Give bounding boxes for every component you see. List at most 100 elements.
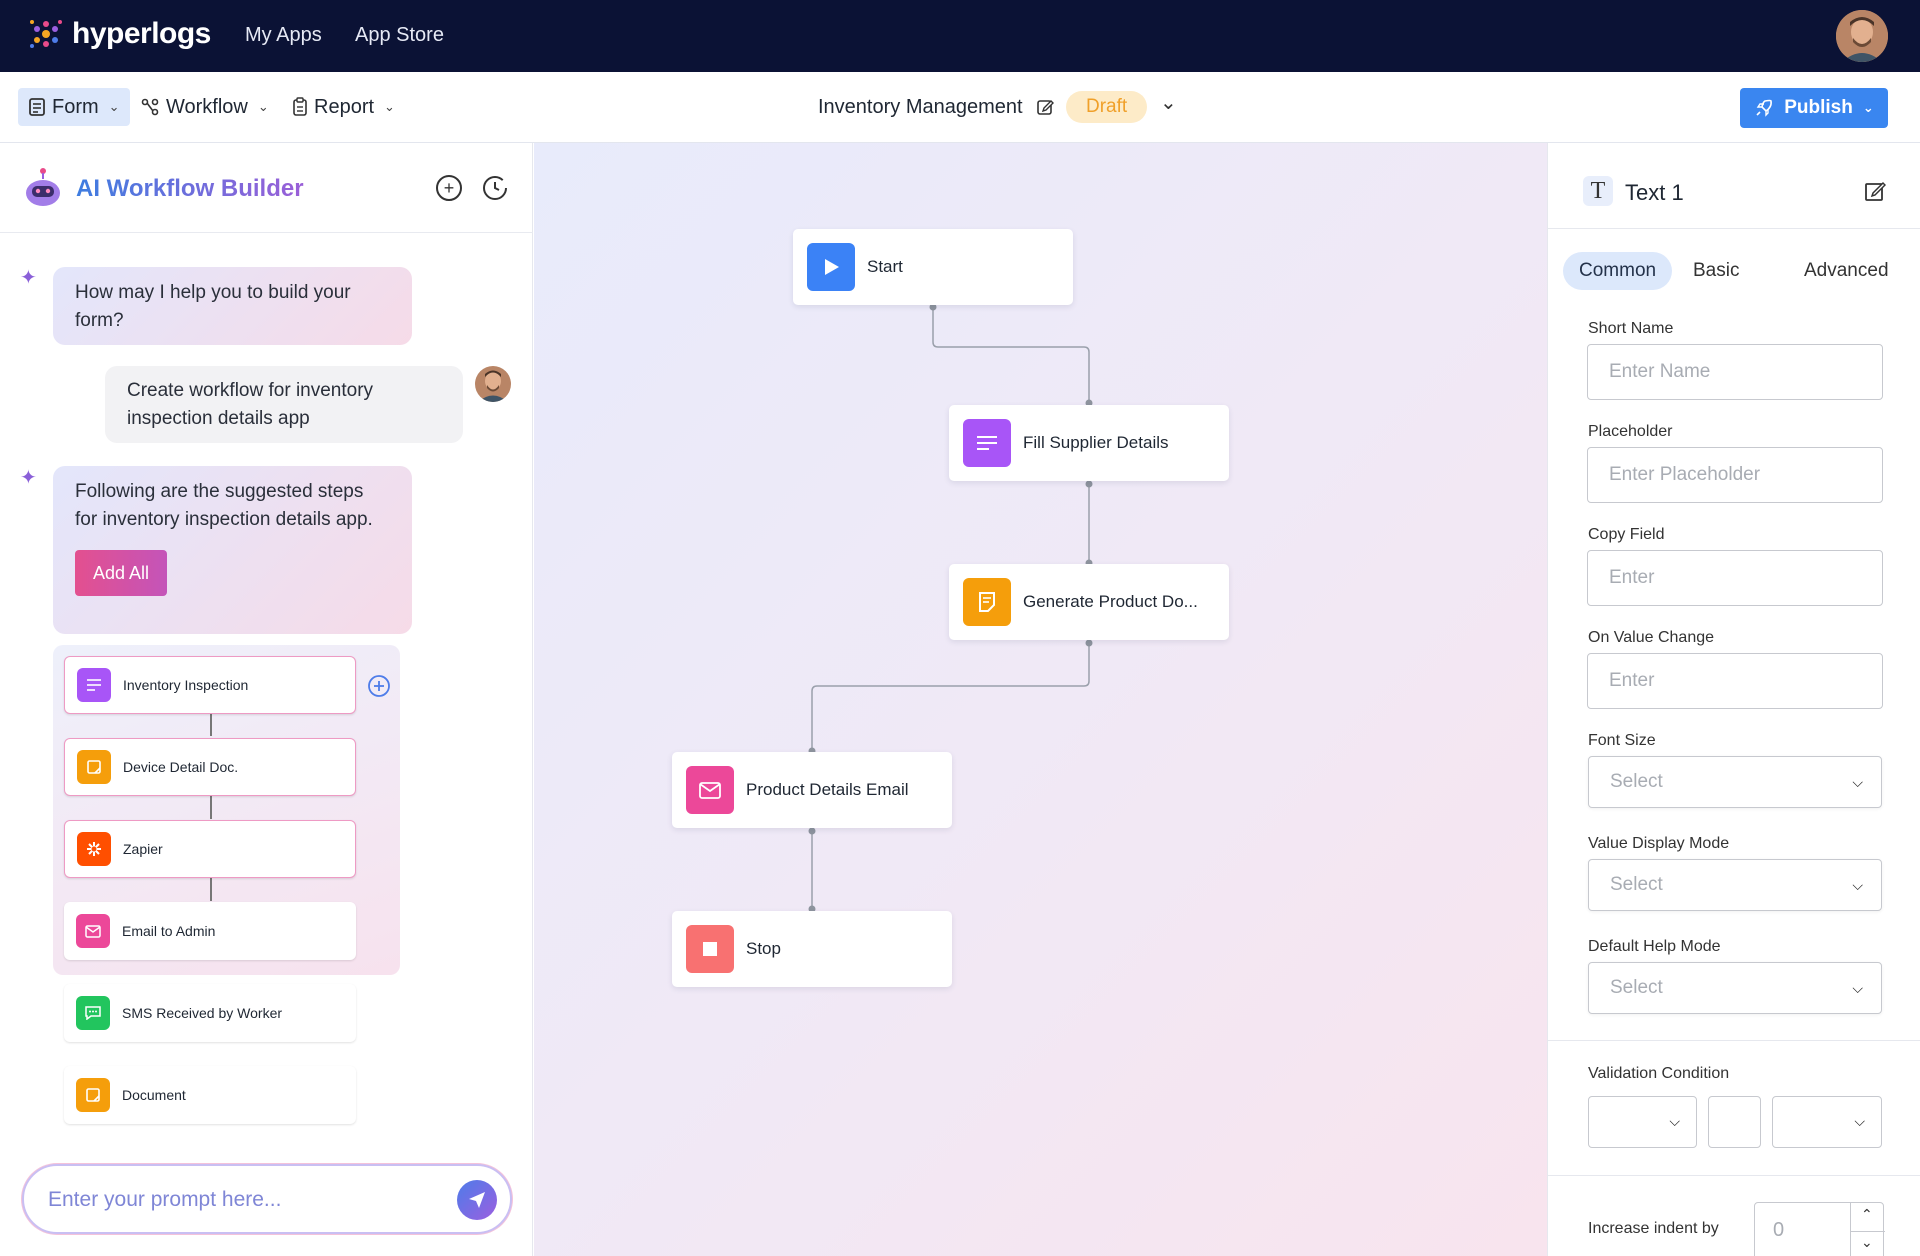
sms-icon	[76, 996, 110, 1030]
node-label: Fill Supplier Details	[1023, 433, 1169, 452]
zapier-icon	[77, 832, 111, 866]
workflow-node-product-details-email[interactable]: Product Details Email	[672, 752, 952, 828]
increment-chevron-up-icon[interactable]: ⌃	[1861, 1206, 1873, 1223]
send-button[interactable]	[457, 1180, 497, 1220]
section-divider	[1548, 1175, 1920, 1176]
step-connector	[210, 712, 212, 736]
step-label: Zapier	[123, 841, 163, 857]
chevron-down-icon: ⌄	[257, 99, 269, 114]
new-chat-plus-icon[interactable]: +	[436, 175, 462, 201]
tab-advanced[interactable]: Advanced	[1788, 252, 1905, 290]
suggested-step-email-to-admin[interactable]: Email to Admin	[64, 902, 356, 960]
suggested-step-sms-received[interactable]: SMS Received by Worker	[64, 984, 356, 1042]
rocket-icon	[1756, 99, 1773, 117]
ai-sparkle-icon: ✦	[20, 267, 37, 289]
brand-logo[interactable]: hyperlogs	[28, 16, 211, 52]
font-size-value: Select	[1610, 771, 1663, 792]
document-title: Inventory Management	[818, 96, 1023, 118]
ai-builder-title: AI Workflow Builder	[76, 175, 304, 202]
default-help-mode-select[interactable]: Select ⌵	[1588, 962, 1882, 1014]
step-connector	[210, 877, 212, 901]
short-name-input[interactable]: Enter Name	[1587, 344, 1883, 400]
ai-message-1: How may I help you to build your form?	[53, 267, 412, 345]
prompt-input[interactable]	[48, 1184, 448, 1216]
chevron-down-icon: ⌵	[1852, 980, 1863, 996]
workflow-node-stop[interactable]: Stop	[672, 911, 952, 987]
chevron-down-icon: ⌄	[108, 99, 120, 114]
default-help-mode-label: Default Help Mode	[1588, 938, 1721, 955]
workflow-canvas[interactable]: Start Fill Supplier Details Generate Pro…	[534, 143, 1547, 1256]
form-lines-icon	[963, 419, 1011, 467]
workflow-node-fill-supplier-details[interactable]: Fill Supplier Details	[949, 405, 1229, 481]
section-divider	[1548, 1040, 1920, 1041]
increase-indent-label: Increase indent by	[1588, 1220, 1719, 1237]
default-help-mode-value: Select	[1610, 977, 1663, 998]
edit-field-icon[interactable]	[1864, 180, 1886, 202]
top-navbar: hyperlogs My Apps App Store	[0, 0, 1920, 72]
properties-panel: T Text 1 Common Basic Advanced Short Nam…	[1547, 143, 1920, 1256]
validation-operator-select[interactable]: ⌵	[1588, 1096, 1697, 1148]
suggested-step-device-detail-doc[interactable]: Device Detail Doc.	[64, 738, 356, 796]
ai-sparkle-icon: ✦	[20, 467, 37, 489]
copy-field-input[interactable]: Enter	[1587, 550, 1883, 606]
history-icon[interactable]	[481, 174, 509, 202]
node-label: Stop	[746, 939, 781, 958]
chevron-down-icon: ⌵	[1854, 1113, 1865, 1129]
font-size-select[interactable]: Select ⌵	[1588, 756, 1882, 808]
value-display-mode-value: Select	[1610, 874, 1663, 895]
validation-value-input[interactable]	[1708, 1096, 1761, 1148]
user-avatar[interactable]	[1836, 10, 1888, 62]
edit-title-icon[interactable]	[1036, 98, 1054, 116]
add-all-button[interactable]: Add All	[75, 550, 168, 596]
suggested-step-document[interactable]: Document	[64, 1066, 356, 1124]
ai-message-2: Following are the suggested steps for in…	[53, 466, 412, 634]
workflow-icon	[141, 98, 159, 116]
add-step-plus-icon[interactable]	[367, 674, 391, 698]
text-field-icon: T	[1583, 176, 1613, 206]
prompt-box	[22, 1164, 512, 1234]
publish-button[interactable]: Publish ⌄	[1740, 88, 1888, 128]
decrement-chevron-down-icon[interactable]: ⌄	[1861, 1234, 1873, 1251]
ai-builder-panel: AI Workflow Builder + ✦ How may I help y…	[0, 143, 533, 1256]
suggested-step-zapier[interactable]: Zapier	[64, 820, 356, 878]
form-icon	[29, 98, 45, 116]
version-dropdown-chevron-icon[interactable]: ⌄	[1160, 90, 1177, 115]
chevron-down-icon: ⌵	[1852, 877, 1863, 893]
copy-field-label: Copy Field	[1588, 526, 1665, 543]
workflow-menu[interactable]: Workflow ⌄	[130, 88, 279, 126]
field-title: Text 1	[1625, 180, 1684, 205]
nav-app-store[interactable]: App Store	[355, 24, 444, 47]
send-icon	[469, 1192, 485, 1208]
step-label: Device Detail Doc.	[123, 759, 239, 775]
value-display-mode-select[interactable]: Select ⌵	[1588, 859, 1882, 911]
workflow-menu-label: Workflow	[166, 95, 248, 118]
on-value-change-input[interactable]: Enter	[1587, 653, 1883, 709]
suggested-step-inventory-inspection[interactable]: Inventory Inspection	[64, 656, 356, 714]
step-label: Document	[122, 1087, 186, 1103]
document-icon	[963, 578, 1011, 626]
report-menu-label: Report	[314, 95, 375, 118]
chevron-down-icon: ⌵	[1669, 1113, 1680, 1129]
nav-my-apps[interactable]: My Apps	[245, 24, 322, 47]
stepper-controls: ⌃ ⌄	[1850, 1203, 1885, 1256]
tab-common[interactable]: Common	[1563, 252, 1673, 290]
validation-action-select[interactable]: ⌵	[1772, 1096, 1882, 1148]
placeholder-input[interactable]: Enter Placeholder	[1587, 447, 1883, 503]
user-message-avatar	[475, 366, 511, 402]
step-label: SMS Received by Worker	[122, 1005, 283, 1021]
node-label: Generate Product Do...	[1023, 592, 1198, 611]
placeholder-label: Placeholder	[1588, 423, 1673, 440]
tab-basic[interactable]: Basic	[1677, 252, 1755, 290]
workflow-node-start[interactable]: Start	[793, 229, 1073, 305]
node-label: Product Details Email	[746, 780, 909, 799]
mail-icon	[76, 914, 110, 948]
form-menu[interactable]: Form ⌄	[18, 88, 130, 126]
step-connector	[210, 795, 212, 819]
increase-indent-stepper[interactable]: 0 ⌃ ⌄	[1754, 1202, 1885, 1256]
short-name-label: Short Name	[1588, 320, 1674, 337]
workflow-node-generate-product-doc[interactable]: Generate Product Do...	[949, 564, 1229, 640]
increase-indent-value: 0	[1773, 1219, 1785, 1241]
chevron-down-icon: ⌵	[1852, 774, 1863, 790]
on-value-change-label: On Value Change	[1588, 629, 1715, 646]
report-menu[interactable]: Report ⌄	[282, 88, 405, 126]
